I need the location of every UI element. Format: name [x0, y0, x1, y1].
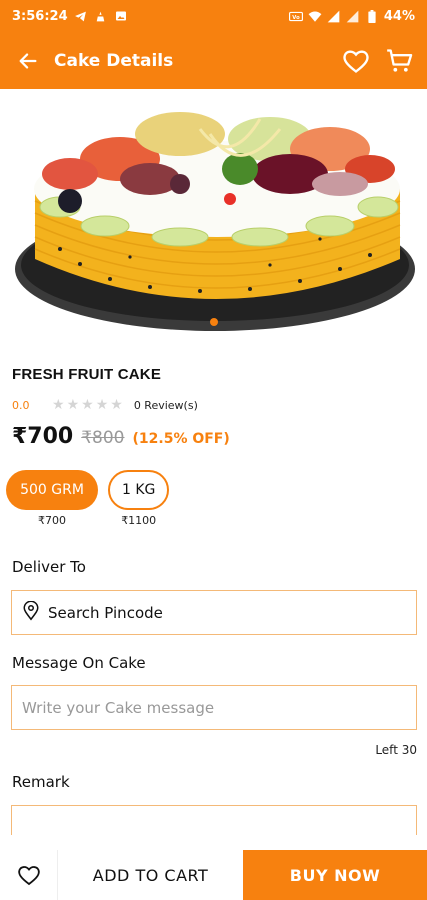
signal-icon [346, 9, 360, 23]
weight-price: ₹700 [38, 514, 66, 527]
selling-price: ₹700 [12, 424, 74, 449]
cake-message-input[interactable]: Write your Cake message [11, 685, 417, 730]
character-counter: Left 30 [375, 743, 417, 757]
product-image[interactable] [0, 89, 427, 339]
heart-icon[interactable] [0, 850, 58, 900]
deliver-to-label: Deliver To [12, 558, 86, 576]
rating-row: 0.0 ★ ★ ★ ★ ★ 0 Review(s) [12, 397, 198, 413]
pincode-search-field[interactable]: Search Pincode [11, 590, 417, 635]
app-header: Cake Details [0, 32, 427, 89]
location-pin-icon [22, 600, 40, 625]
star-icon: ★ [95, 397, 110, 413]
svg-text:Vo: Vo [292, 14, 300, 20]
weight-option: 500 GRM ₹700 [6, 470, 98, 527]
buy-now-button[interactable]: BUY NOW [243, 850, 427, 900]
star-icon: ★ [81, 397, 95, 413]
carousel-indicator [210, 318, 218, 326]
weight-option: 1 KG ₹1100 [108, 470, 170, 527]
star-icon: ★ [66, 397, 81, 413]
remark-input[interactable] [11, 805, 417, 835]
cart-icon[interactable] [385, 46, 415, 76]
review-count[interactable]: 0 Review(s) [134, 399, 198, 412]
remark-label: Remark [12, 773, 70, 791]
bottom-action-bar: ADD TO CART BUY NOW [0, 850, 427, 900]
time: 3:56:24 [12, 8, 68, 24]
weight-chip-1kg[interactable]: 1 KG [108, 470, 170, 510]
original-price: ₹800 [81, 428, 125, 448]
weight-chip-500grm[interactable]: 500 GRM [6, 470, 98, 510]
wifi-icon [308, 9, 322, 23]
price-row: ₹700 ₹800 (12.5% OFF) [12, 424, 230, 449]
weight-options: 500 GRM ₹700 1 KG ₹1100 [6, 470, 170, 527]
add-to-cart-button[interactable]: ADD TO CART [58, 850, 243, 900]
page-title: Cake Details [54, 50, 174, 71]
star-icon: ★ [52, 397, 66, 413]
heart-icon[interactable] [341, 46, 371, 76]
telegram-icon [74, 9, 88, 23]
cake-details-screen: 3:56:24 Vo 44% Cake Details FRESH FRUIT … [0, 0, 427, 900]
battery-icon [365, 9, 379, 23]
alert-icon [94, 9, 108, 23]
signal-icon [327, 9, 341, 23]
product-name: FRESH FRUIT CAKE [12, 366, 162, 383]
star-rating: ★ ★ ★ ★ ★ [52, 397, 124, 413]
pincode-search-text: Search Pincode [48, 603, 163, 622]
image-icon [114, 9, 128, 23]
arrow-left-icon[interactable] [12, 45, 44, 77]
cake-message-placeholder: Write your Cake message [22, 698, 215, 717]
battery-level: 44% [383, 8, 415, 24]
volte-icon: Vo [288, 9, 303, 23]
weight-price: ₹1100 [121, 514, 157, 527]
message-label: Message On Cake [12, 654, 146, 672]
discount-label: (12.5% OFF) [132, 431, 230, 447]
status-bar: 3:56:24 Vo 44% [0, 0, 427, 32]
rating-value: 0.0 [12, 398, 30, 412]
star-icon: ★ [110, 397, 124, 413]
